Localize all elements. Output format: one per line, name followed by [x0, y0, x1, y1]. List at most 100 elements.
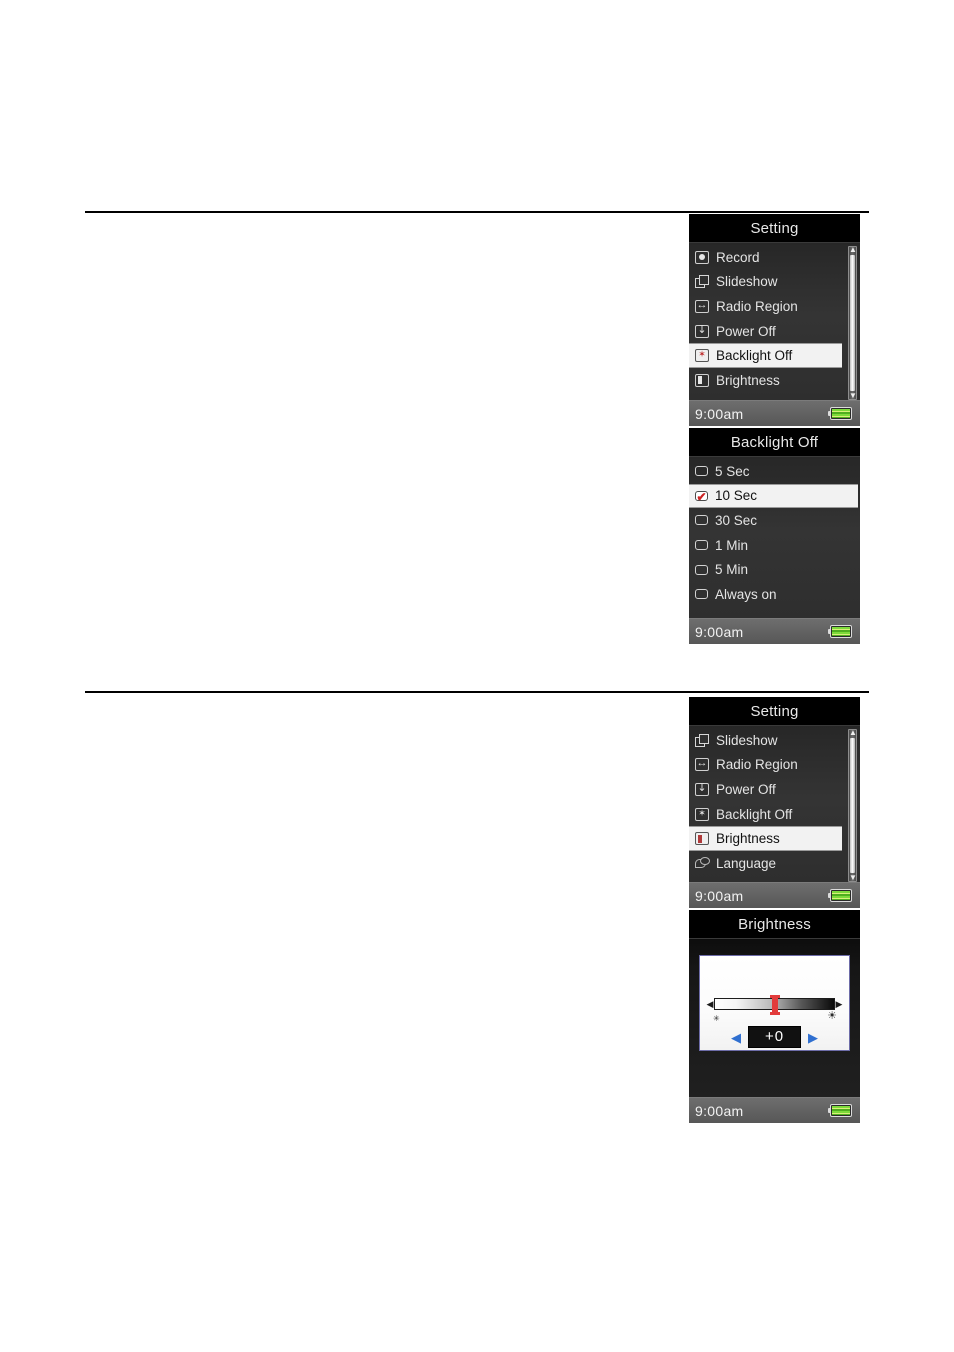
option-always-on[interactable]: Always on: [689, 582, 860, 607]
battery-icon: [828, 1104, 852, 1117]
option-label: 5 Min: [715, 562, 749, 578]
screen-title: Backlight Off: [689, 428, 860, 457]
screen-title: Setting: [689, 214, 860, 243]
settings-menu-list[interactable]: Record Slideshow Radio Region Power Off …: [689, 245, 860, 393]
battery-icon: [828, 407, 852, 420]
menu-item-label: Brightness: [716, 372, 780, 388]
settings-menu-list[interactable]: Slideshow Radio Region Power Off Backlig…: [689, 728, 860, 876]
backlight-options-list[interactable]: 5 Sec 10 Sec 30 Sec 1 Min 5 Min Always o: [689, 459, 860, 607]
clock-label: 9:00am: [695, 623, 744, 640]
slider-thumb[interactable]: [769, 995, 780, 1015]
device-screen-setting-1: Setting Record Slideshow Radio Region Po…: [689, 214, 860, 426]
menu-body: Record Slideshow Radio Region Power Off …: [689, 243, 860, 403]
scroll-down-arrow-icon[interactable]: ▼: [849, 392, 857, 400]
menu-item-brightness[interactable]: Brightness: [689, 826, 842, 851]
radio-region-icon: [695, 298, 709, 313]
checkbox-checked-icon[interactable]: [695, 487, 708, 507]
menu-item-label: Radio Region: [716, 298, 798, 314]
battery-fill: [832, 891, 850, 900]
status-bar: 9:00am: [689, 400, 860, 426]
status-bar: 9:00am: [689, 882, 860, 908]
menu-body: 5 Sec 10 Sec 30 Sec 1 Min 5 Min Always o: [689, 457, 860, 621]
battery-fill: [832, 1106, 850, 1115]
menu-item-label: Backlight Off: [716, 348, 793, 364]
menu-item-label: Backlight Off: [716, 806, 793, 822]
battery-fill: [832, 627, 850, 636]
battery-icon: [828, 889, 852, 902]
slider-right-arrow-icon[interactable]: ▶: [835, 999, 843, 1009]
option-5-min[interactable]: 5 Min: [689, 557, 860, 582]
menu-item-language[interactable]: Language: [689, 851, 844, 876]
menu-scrollbar[interactable]: ▲ ▼: [848, 729, 857, 882]
slideshow-icon: [695, 733, 709, 747]
power-off-icon: [695, 322, 709, 338]
clock-label: 9:00am: [695, 887, 744, 904]
status-bar: 9:00am: [689, 1097, 860, 1123]
dim-sun-icon: ✳: [713, 1014, 720, 1023]
brightness-value: +0: [747, 1026, 802, 1048]
scrollbar-thumb[interactable]: [850, 738, 855, 873]
checkbox-icon[interactable]: [695, 564, 708, 575]
menu-item-power-off[interactable]: Power Off: [689, 777, 844, 802]
menu-item-label: Radio Region: [716, 757, 798, 773]
option-5-sec[interactable]: 5 Sec: [689, 459, 860, 484]
menu-item-backlight-off[interactable]: Backlight Off: [689, 343, 842, 368]
brightness-body: ◀ ▶ ✳ ☀ ◀ +0 ▶: [689, 939, 860, 1100]
menu-item-backlight-off[interactable]: Backlight Off: [689, 802, 844, 827]
radio-region-icon: [695, 756, 709, 772]
menu-item-label: Power Off: [716, 781, 776, 797]
checkbox-icon[interactable]: [695, 589, 708, 600]
menu-item-slideshow[interactable]: Slideshow: [689, 270, 844, 295]
scroll-up-arrow-icon[interactable]: ▲: [849, 729, 857, 737]
menu-item-label: Slideshow: [716, 274, 778, 290]
checkbox-icon[interactable]: [695, 540, 708, 551]
device-screen-setting-2: Setting Slideshow Radio Region Power Off…: [689, 697, 860, 908]
clock-label: 9:00am: [695, 1102, 744, 1119]
scrollbar-thumb[interactable]: [850, 255, 855, 391]
option-label: 30 Sec: [715, 512, 758, 528]
decrement-arrow-icon[interactable]: ◀: [731, 1031, 741, 1044]
brightness-value-stepper[interactable]: ◀ +0 ▶: [700, 1026, 849, 1048]
scroll-up-arrow-icon[interactable]: ▲: [849, 246, 857, 254]
status-bar: 9:00am: [689, 618, 860, 644]
option-10-sec[interactable]: 10 Sec: [689, 483, 858, 509]
slider-left-arrow-icon[interactable]: ◀: [706, 999, 714, 1009]
option-label: 5 Sec: [715, 463, 750, 479]
checkbox-icon[interactable]: [695, 515, 708, 526]
page-divider-middle: [85, 691, 869, 693]
slideshow-icon: [695, 275, 709, 289]
menu-item-radio-region[interactable]: Radio Region: [689, 294, 844, 319]
menu-item-record[interactable]: Record: [689, 245, 844, 270]
brightness-icon: [695, 832, 709, 846]
menu-scrollbar[interactable]: ▲ ▼: [848, 246, 857, 400]
menu-item-label: Language: [716, 855, 777, 871]
brightness-slider[interactable]: ◀ ▶: [706, 995, 843, 1015]
slider-track[interactable]: [714, 995, 835, 1015]
scroll-down-arrow-icon[interactable]: ▼: [849, 874, 857, 882]
brightness-panel: ◀ ▶ ✳ ☀ ◀ +0 ▶: [699, 955, 850, 1051]
power-off-icon: [695, 780, 709, 796]
option-30-sec[interactable]: 30 Sec: [689, 508, 860, 533]
menu-item-radio-region[interactable]: Radio Region: [689, 753, 844, 778]
battery-fill: [832, 409, 850, 418]
checkbox-icon[interactable]: [695, 466, 708, 477]
menu-item-brightness[interactable]: Brightness: [689, 368, 844, 393]
battery-icon: [828, 625, 852, 638]
screen-title: Setting: [689, 697, 860, 726]
menu-item-label: Slideshow: [716, 732, 778, 748]
bright-sun-icon: ☀: [827, 1010, 837, 1022]
menu-item-label: Brightness: [716, 831, 780, 847]
menu-item-power-off[interactable]: Power Off: [689, 319, 844, 344]
brightness-icon: [695, 373, 709, 387]
increment-arrow-icon[interactable]: ▶: [808, 1031, 818, 1044]
page-divider-top: [85, 211, 869, 213]
backlight-off-icon: [695, 806, 709, 821]
menu-item-label: Record: [716, 249, 760, 265]
menu-item-slideshow[interactable]: Slideshow: [689, 728, 844, 753]
menu-item-label: Power Off: [716, 323, 776, 339]
clock-label: 9:00am: [695, 405, 744, 422]
option-label: 10 Sec: [715, 488, 758, 504]
language-icon: [695, 856, 710, 870]
option-label: Always on: [715, 586, 777, 602]
option-1-min[interactable]: 1 Min: [689, 533, 860, 558]
